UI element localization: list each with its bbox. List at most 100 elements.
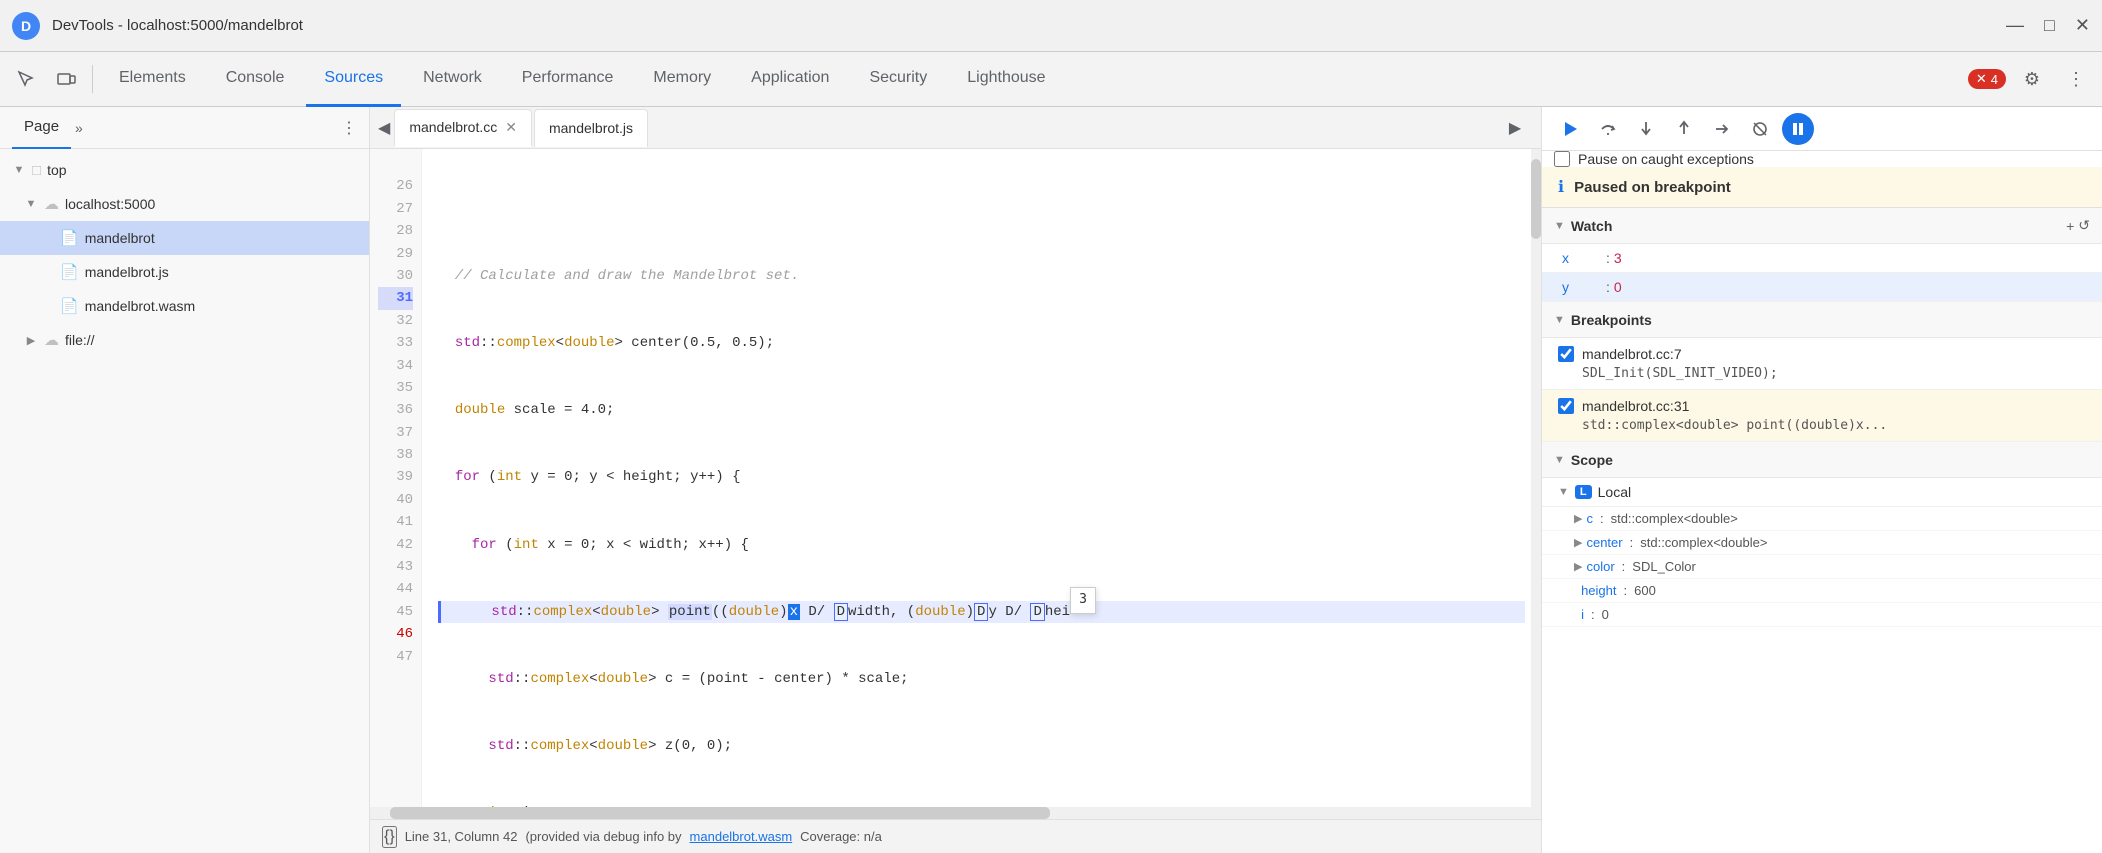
code-line-25 xyxy=(438,198,1525,220)
format-button[interactable]: {} xyxy=(382,826,397,848)
tree-item-label: mandelbrot xyxy=(85,230,155,246)
status-bar: {} Line 31, Column 42 (provided via debu… xyxy=(370,819,1541,853)
step-out-button[interactable] xyxy=(1668,113,1700,145)
tab-console[interactable]: Console xyxy=(208,52,303,107)
breakpoint-code-31: std::complex<double> point((double)x... xyxy=(1558,418,2086,433)
deactivate-breakpoints-button[interactable] xyxy=(1744,113,1776,145)
toolbar-separator-1 xyxy=(92,65,93,93)
breakpoint-checkbox-31[interactable] xyxy=(1558,398,1574,414)
tab-lighthouse[interactable]: Lighthouse xyxy=(949,52,1063,107)
cloud-icon: ☁ xyxy=(44,195,59,213)
watch-item-x: x : 3 xyxy=(1542,244,2102,273)
breakpoints-toggle-icon: ▼ xyxy=(1554,314,1565,326)
scope-var-center[interactable]: ▶ center : std::complex<double> xyxy=(1542,531,2102,555)
scope-var-color[interactable]: ▶ color : SDL_Color xyxy=(1542,555,2102,579)
page-tab-label[interactable]: Page xyxy=(12,107,71,149)
tab-application[interactable]: Application xyxy=(733,52,847,107)
play-controls: ▶ xyxy=(1501,114,1537,142)
file-tree: ▼ □ top ▼ ☁ localhost:5000 📄 mandelbrot … xyxy=(0,149,369,853)
resume-button[interactable] xyxy=(1554,113,1586,145)
tab-memory[interactable]: Memory xyxy=(635,52,729,107)
play-button[interactable]: ▶ xyxy=(1501,114,1529,142)
tab-network[interactable]: Network xyxy=(405,52,500,107)
tree-item-label: mandelbrot.wasm xyxy=(85,298,196,314)
window-controls: — □ ✕ xyxy=(2006,15,2090,36)
step-into-button[interactable] xyxy=(1630,113,1662,145)
breakpoint-item-7: mandelbrot.cc:7 SDL_Init(SDL_INIT_VIDEO)… xyxy=(1542,338,2102,390)
minimize-button[interactable]: — xyxy=(2006,15,2024,36)
page-tab-chevron[interactable]: » xyxy=(75,120,83,136)
file-icon-js: 📄 xyxy=(60,263,79,281)
breakpoints-section-header[interactable]: ▼ Breakpoints xyxy=(1542,302,2102,338)
scope-var-height[interactable]: height : 600 xyxy=(1542,579,2102,603)
code-line-26: // Calculate and draw the Mandelbrot set… xyxy=(438,265,1525,287)
watch-section-actions: + ↺ xyxy=(2066,217,2090,234)
close-tab-cc-button[interactable]: ✕ xyxy=(505,119,517,136)
source-wasm-link[interactable]: mandelbrot.wasm xyxy=(690,829,793,844)
tab-label: mandelbrot.js xyxy=(549,120,633,136)
settings-button[interactable]: ⚙ xyxy=(2014,61,2050,97)
watch-section-label: Watch xyxy=(1571,218,1612,234)
toolbar-right: ✕ 4 ⚙ ⋮ xyxy=(1968,61,2094,97)
file-panel: Page » ⋮ ▼ □ top ▼ ☁ localhost:5000 📄 ma… xyxy=(0,107,370,853)
scope-section-label: Scope xyxy=(1571,452,1613,468)
step-over-button[interactable] xyxy=(1592,113,1624,145)
scope-var-c[interactable]: ▶ c : std::complex<double> xyxy=(1542,507,2102,531)
file-panel-header: Page » ⋮ xyxy=(0,107,369,149)
cursor-position: Line 31, Column 42 xyxy=(405,829,518,844)
nav-history-button[interactable]: ◀ xyxy=(374,118,394,138)
pause-on-exceptions-checkbox[interactable] xyxy=(1554,151,1570,167)
scope-toggle-icon: ▼ xyxy=(1554,454,1565,466)
close-button[interactable]: ✕ xyxy=(2075,15,2090,36)
scope-section-header[interactable]: ▼ Scope xyxy=(1542,442,2102,478)
file-panel-menu-button[interactable]: ⋮ xyxy=(341,118,357,138)
favicon-icon: D xyxy=(12,12,40,40)
code-line-28: double scale = 4.0; xyxy=(438,399,1525,421)
watch-value-x: 3 xyxy=(1614,250,1622,266)
inspect-element-button[interactable] xyxy=(8,61,44,97)
tree-item-mandelbrot[interactable]: 📄 mandelbrot xyxy=(0,221,369,255)
breakpoint-checkbox-7[interactable] xyxy=(1558,346,1574,362)
tab-elements[interactable]: Elements xyxy=(101,52,204,107)
tree-item-mandelbrot-js[interactable]: 📄 mandelbrot.js xyxy=(0,255,369,289)
step-button[interactable] xyxy=(1706,113,1738,145)
vertical-scrollbar-thumb[interactable] xyxy=(1531,159,1541,239)
line-numbers: 26 27 28 29 30 31 32 33 34 35 36 37 38 3… xyxy=(370,149,422,819)
code-editor: 26 27 28 29 30 31 32 33 34 35 36 37 38 3… xyxy=(370,149,1541,819)
tab-performance[interactable]: Performance xyxy=(504,52,632,107)
watch-name-x: x xyxy=(1562,250,1602,266)
editor-tabs-bar: ◀ mandelbrot.cc ✕ mandelbrot.js ▶ xyxy=(370,107,1541,149)
tab-security[interactable]: Security xyxy=(851,52,945,107)
window-title: DevTools - localhost:5000/mandelbrot xyxy=(52,17,1994,34)
add-watch-button[interactable]: + xyxy=(2066,217,2074,234)
refresh-watch-button[interactable]: ↺ xyxy=(2078,217,2090,234)
tree-item-mandelbrot-wasm[interactable]: 📄 mandelbrot.wasm xyxy=(0,289,369,323)
tree-item-top[interactable]: ▼ □ top xyxy=(0,153,369,187)
tree-item-label: file:// xyxy=(65,332,95,348)
maximize-button[interactable]: □ xyxy=(2044,15,2055,36)
breakpoint-file-7: mandelbrot.cc:7 xyxy=(1582,346,1682,362)
tab-mandelbrot-js[interactable]: mandelbrot.js xyxy=(534,109,648,147)
error-badge: ✕ 4 xyxy=(1968,69,2006,89)
code-content[interactable]: // Calculate and draw the Mandelbrot set… xyxy=(422,149,1541,819)
more-menu-button[interactable]: ⋮ xyxy=(2058,61,2094,97)
breakpoint-notice: ℹ Paused on breakpoint xyxy=(1542,167,2102,208)
scope-var-i[interactable]: i : 0 xyxy=(1542,603,2102,627)
tree-item-label: top xyxy=(47,162,66,178)
horizontal-scrollbar-track[interactable] xyxy=(370,807,1541,819)
scope-local-header[interactable]: ▼ L Local xyxy=(1542,478,2102,507)
tab-sources[interactable]: Sources xyxy=(306,52,401,107)
vertical-scrollbar-track[interactable] xyxy=(1531,149,1541,819)
tree-item-file[interactable]: ▶ ☁ file:// xyxy=(0,323,369,357)
pause-on-exceptions-label: Pause on caught exceptions xyxy=(1578,151,1754,167)
tab-mandelbrot-cc[interactable]: mandelbrot.cc ✕ xyxy=(394,109,532,147)
device-toggle-button[interactable] xyxy=(48,61,84,97)
horizontal-scrollbar-thumb[interactable] xyxy=(390,807,1050,819)
folder-icon: □ xyxy=(32,162,41,179)
watch-section-header[interactable]: ▼ Watch + ↺ xyxy=(1542,208,2102,244)
watch-name-y: y xyxy=(1562,279,1602,295)
local-badge: L xyxy=(1575,485,1592,499)
tree-item-label: mandelbrot.js xyxy=(85,264,169,280)
tree-item-localhost[interactable]: ▼ ☁ localhost:5000 xyxy=(0,187,369,221)
pause-button[interactable] xyxy=(1782,113,1814,145)
